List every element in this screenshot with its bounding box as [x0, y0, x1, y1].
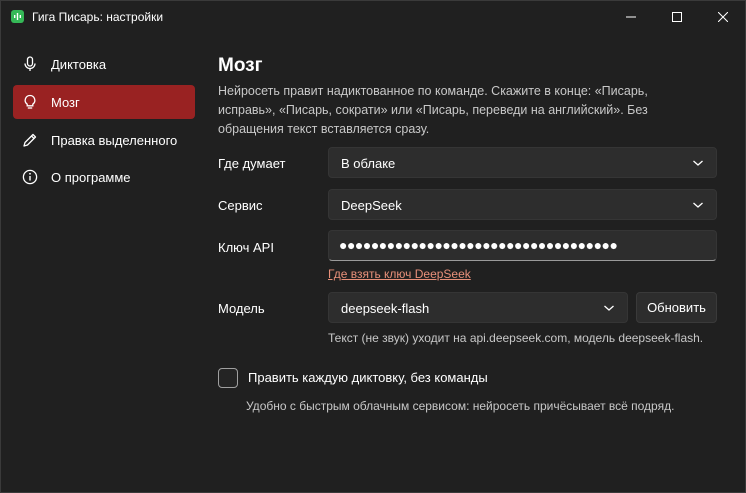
sidebar-item-edit-selection[interactable]: Правка выделенного — [13, 123, 195, 157]
maximize-icon — [672, 12, 682, 22]
sidebar-item-label: Правка выделенного — [51, 133, 178, 148]
sidebar-item-label: Мозг — [51, 95, 80, 110]
sidebar-item-about[interactable]: О программе — [13, 160, 195, 194]
where-thinks-label: Где думает — [218, 156, 286, 171]
pencil-icon — [22, 132, 38, 148]
service-label: Сервис — [218, 198, 263, 213]
sidebar-item-dictation[interactable]: Диктовка — [13, 47, 195, 81]
page-description: Нейросеть правит надиктованное по команд… — [218, 84, 648, 136]
refresh-button[interactable]: Обновить — [636, 292, 717, 323]
sidebar-item-label: О программе — [51, 170, 131, 185]
where-thinks-value: В облаке — [341, 156, 396, 171]
model-value: deepseek-flash — [341, 301, 430, 316]
page-title: Мозг — [218, 55, 263, 76]
close-button[interactable] — [700, 1, 746, 33]
minimize-button[interactable] — [608, 1, 654, 33]
chevron-down-icon — [693, 160, 703, 166]
auto-edit-label[interactable]: Править каждую диктовку, без команды — [248, 370, 488, 385]
model-select[interactable]: deepseek-flash — [328, 292, 628, 323]
info-icon — [22, 169, 38, 185]
get-api-key-link[interactable]: Где взять ключ DeepSeek — [328, 267, 471, 281]
api-key-label: Ключ API — [218, 240, 274, 255]
minimize-icon — [626, 16, 636, 18]
settings-window: Гига Писарь: настройки Диктовка Мозг Пра… — [0, 0, 746, 493]
title-bar: Гига Писарь: настройки — [1, 1, 745, 33]
window-title: Гига Писарь: настройки — [32, 10, 164, 24]
service-select[interactable]: DeepSeek — [328, 189, 717, 220]
auto-edit-checkbox[interactable] — [218, 368, 238, 388]
lightbulb-icon — [22, 94, 38, 110]
sidebar-item-label: Диктовка — [51, 57, 107, 72]
chevron-down-icon — [693, 202, 703, 208]
auto-edit-note: Удобно с быстрым облачным сервисом: нейр… — [246, 399, 675, 413]
maximize-button[interactable] — [654, 1, 700, 33]
api-key-input[interactable]: ●●●●●●●●●●●●●●●●●●●●●●●●●●●●●●●●●●● — [328, 230, 717, 261]
where-thinks-select[interactable]: В облаке — [328, 147, 717, 178]
app-icon — [11, 10, 24, 23]
close-icon — [718, 12, 728, 22]
sidebar-item-brain[interactable]: Мозг — [13, 85, 195, 119]
chevron-down-icon — [604, 305, 614, 311]
api-key-value: ●●●●●●●●●●●●●●●●●●●●●●●●●●●●●●●●●●● — [339, 237, 618, 253]
model-note: Текст (не звук) уходит на api.deepseek.c… — [328, 331, 704, 345]
model-label: Модель — [218, 301, 265, 316]
microphone-icon — [22, 56, 38, 72]
service-value: DeepSeek — [341, 198, 402, 213]
